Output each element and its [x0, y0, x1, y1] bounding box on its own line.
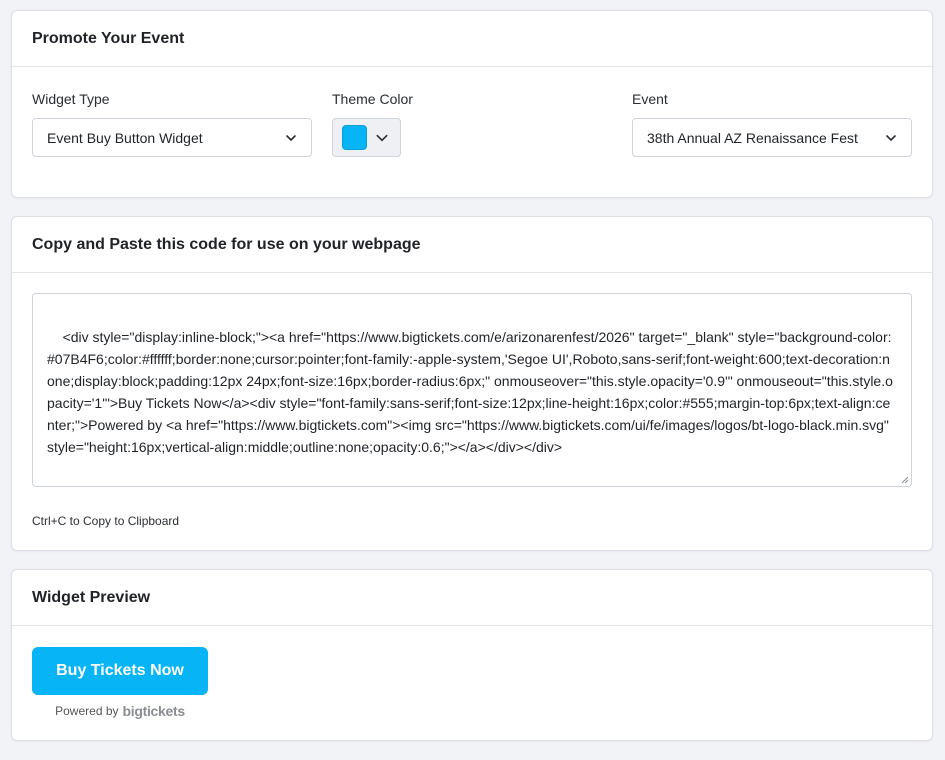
event-label: Event	[632, 91, 668, 107]
powered-by: Powered by bigtickets	[32, 703, 208, 719]
promote-card-title: Promote Your Event	[32, 29, 185, 47]
powered-by-text: Powered by	[55, 704, 119, 718]
embed-code-card: Copy and Paste this code for use on your…	[11, 216, 933, 551]
bigtickets-logo[interactable]: bigtickets	[123, 703, 186, 719]
theme-color-label: Theme Color	[332, 91, 413, 107]
chevron-down-icon	[376, 134, 388, 141]
copy-hint: Ctrl+C to Copy to Clipboard	[32, 514, 180, 528]
embed-code-textarea[interactable]: <div style="display:inline-block;"><a hr…	[32, 293, 912, 487]
code-card-title: Copy and Paste this code for use on your…	[32, 235, 421, 253]
resize-handle-icon[interactable]	[901, 476, 909, 484]
promote-card-header: Promote Your Event	[12, 11, 932, 67]
widget-type-label: Widget Type	[32, 91, 110, 107]
code-card-header: Copy and Paste this code for use on your…	[12, 217, 932, 273]
promote-event-card: Promote Your Event Widget Type Event Buy…	[11, 10, 933, 198]
widget-preview-card: Widget Preview Buy Tickets Now Powered b…	[11, 569, 933, 741]
chevron-down-icon	[886, 134, 896, 141]
preview-card-title: Widget Preview	[32, 588, 151, 606]
event-select[interactable]: 38th Annual AZ Renaissance Fest	[632, 118, 912, 157]
event-value: 38th Annual AZ Renaissance Fest	[647, 129, 858, 146]
buy-tickets-button[interactable]: Buy Tickets Now	[32, 647, 208, 695]
chevron-down-icon	[286, 134, 296, 141]
theme-color-swatch	[342, 125, 367, 150]
theme-color-picker[interactable]	[332, 118, 401, 157]
preview-card-header: Widget Preview	[12, 570, 932, 626]
widget-type-select[interactable]: Event Buy Button Widget	[32, 118, 312, 157]
embed-code-text: <div style="display:inline-block;"><a hr…	[47, 329, 893, 455]
widget-type-value: Event Buy Button Widget	[47, 129, 203, 146]
